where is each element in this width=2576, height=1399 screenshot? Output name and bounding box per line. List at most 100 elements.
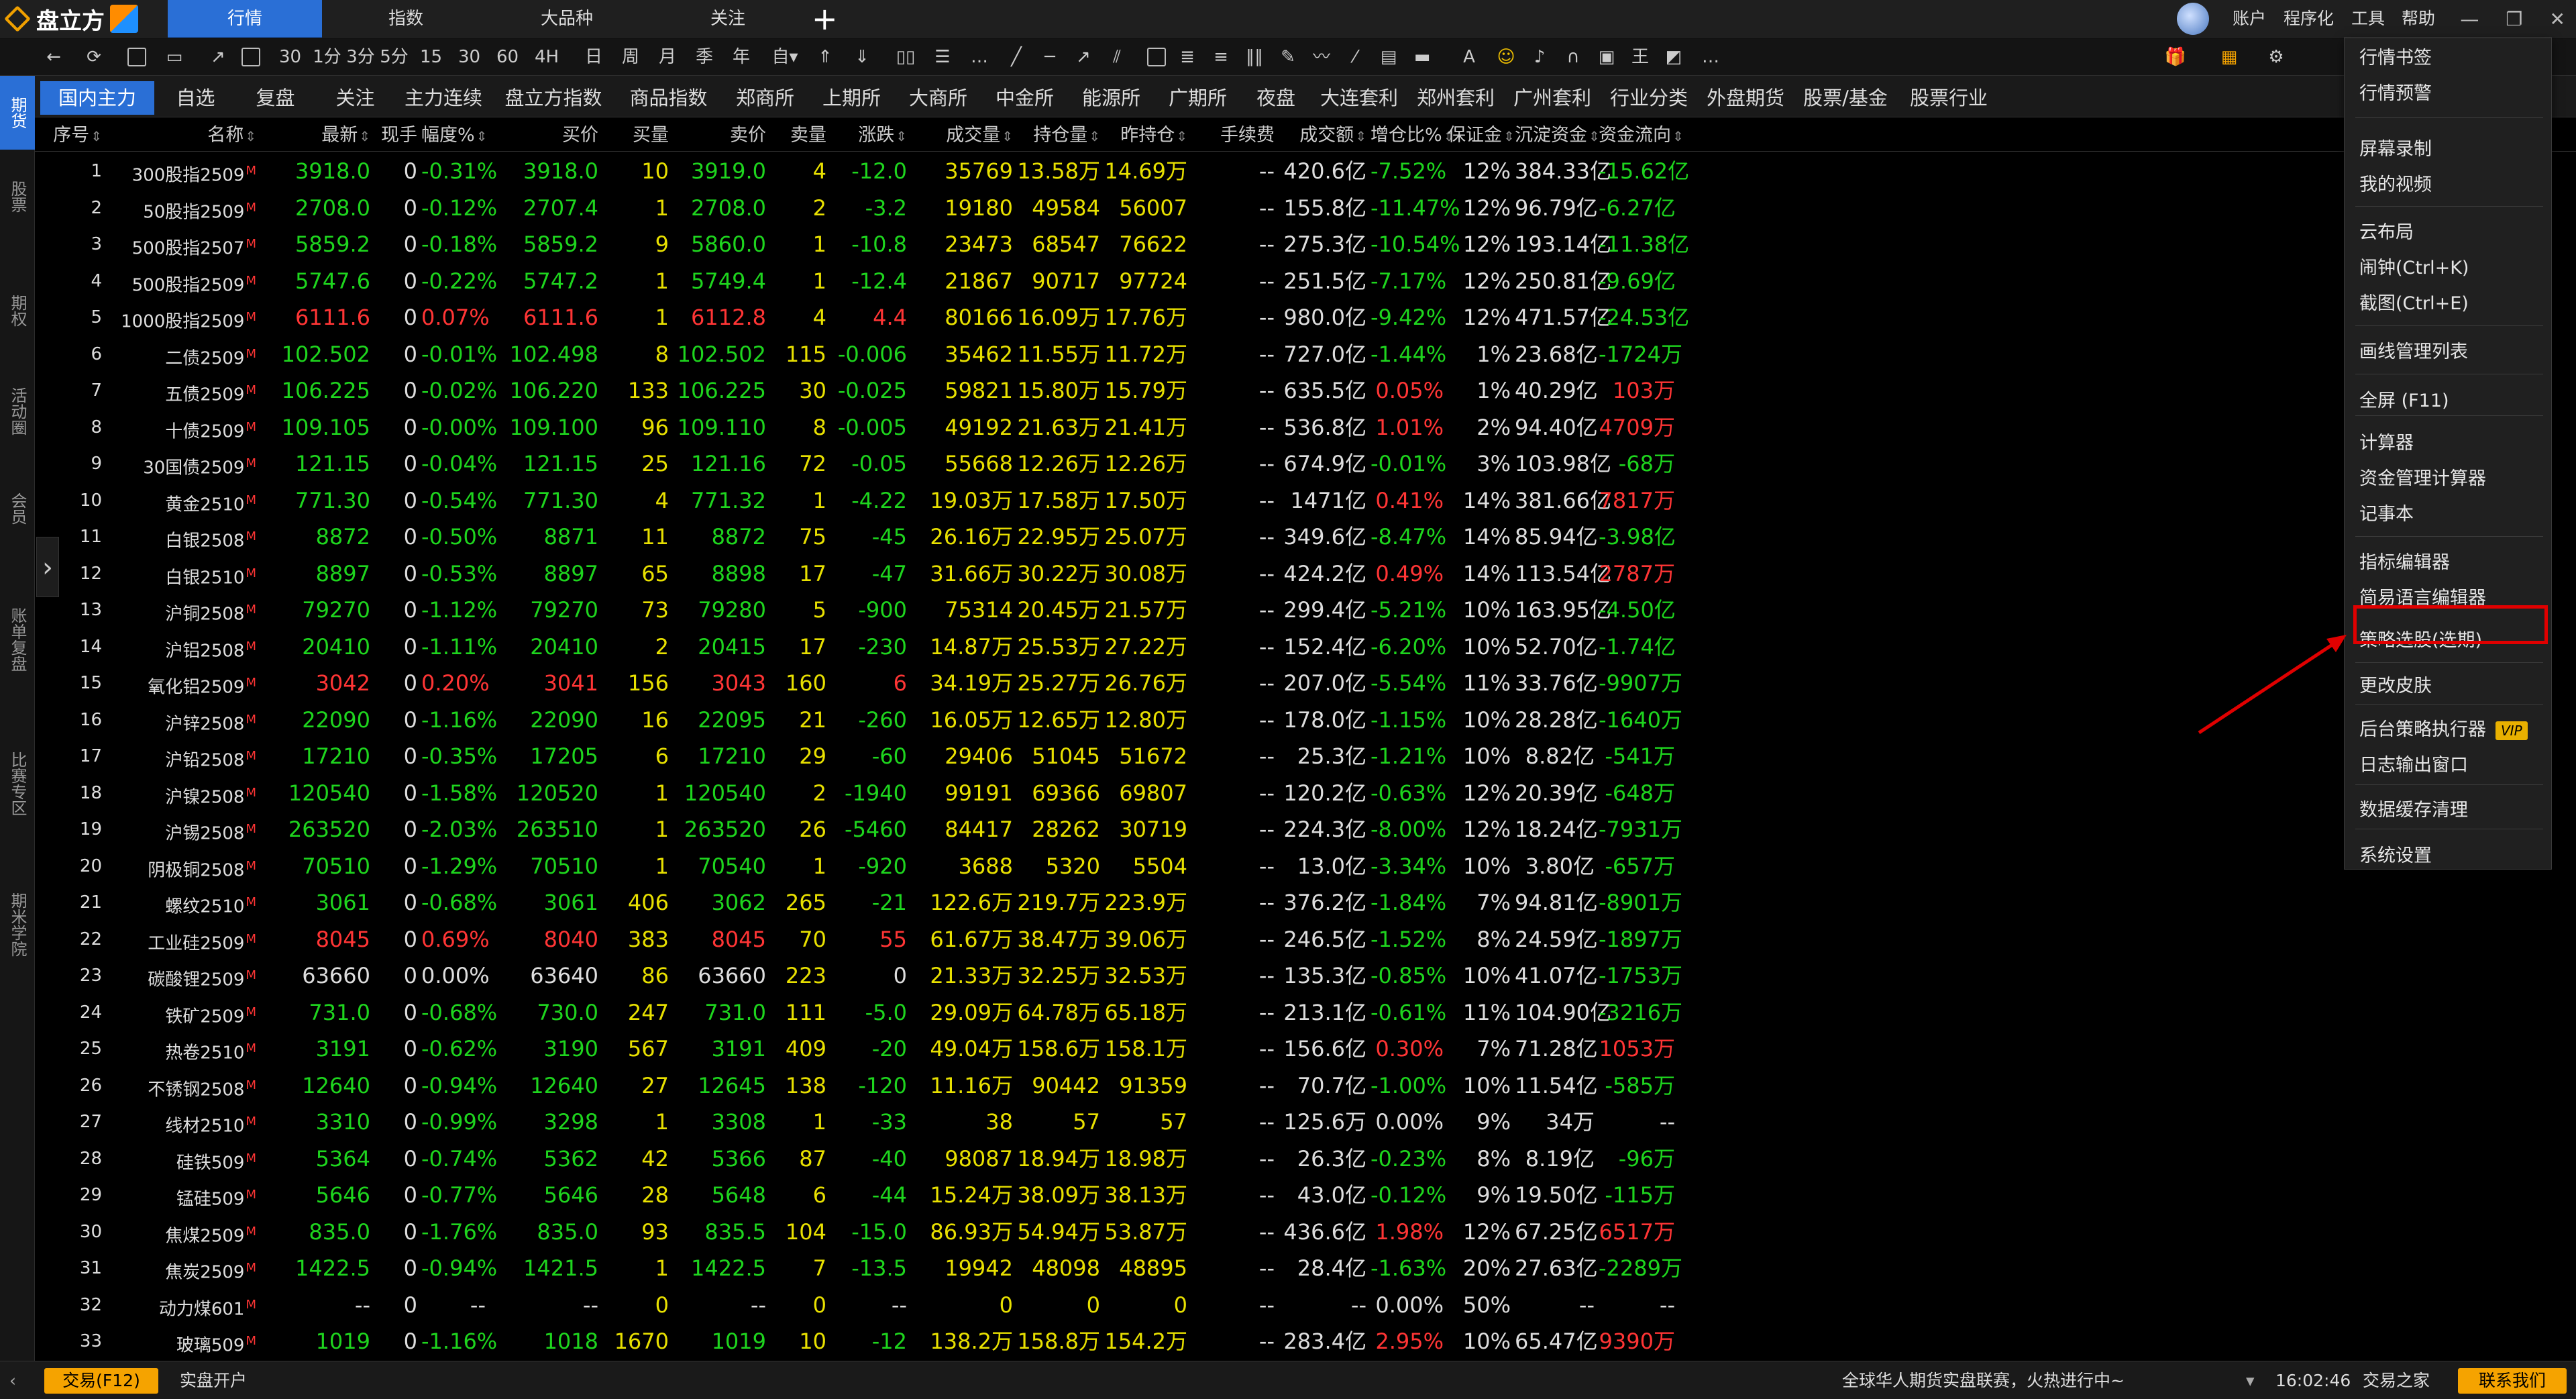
sidebar-item-options[interactable]: 期权 <box>0 277 35 344</box>
table-row[interactable]: 23 碳酸锂2509 M 63660 0 0.00% 63640 86 63660 223 0 21.… <box>35 957 2155 994</box>
sort-icon[interactable]: ⇕ <box>1672 128 1684 144</box>
table-row[interactable]: 1 300股指2509 M 3918.0 0 -0.31% 3918.0 10 3919.0 4-… <box>35 153 2155 189</box>
category-tab-4[interactable]: 主力连续 <box>396 81 490 115</box>
menu-item-2[interactable]: 屏幕录制 <box>2359 132 2432 167</box>
menu-item-9[interactable]: 计算器 <box>2359 426 2414 461</box>
category-tab-14[interactable]: 大连套利 <box>1312 81 1406 115</box>
period-1m[interactable]: 1分 <box>312 38 342 76</box>
column-header-18[interactable]: 资金流向 ⇕ <box>1599 119 1684 152</box>
table-row[interactable]: 29 锰硅509 M 5646 0 -0.77% 5646 28 5648 6 -44 15.24万 3… <box>35 1177 2155 1213</box>
sidebar-item-member[interactable]: 会员 <box>0 472 35 546</box>
period-30s[interactable]: 30秒 <box>272 38 309 105</box>
table-row[interactable]: 25 热卷2510 M 3191 0 -0.62% 3190 567 3191 409 -20 49.… <box>35 1031 2155 1067</box>
column-header-5[interactable]: 买价 <box>490 119 598 152</box>
sort-icon[interactable]: ⇕ <box>245 128 256 144</box>
table-row[interactable]: 21 螺纹2510 M 3061 0 -0.68% 3061 406 3062 265 -21 122… <box>35 884 2155 921</box>
sort-icon[interactable]: ⇕ <box>1002 128 1013 144</box>
cycle-tool-icon[interactable]: ∥∥ <box>1241 38 1268 76</box>
menu-program[interactable]: 程序化 <box>2284 0 2334 38</box>
category-tab-13[interactable]: 夜盘 <box>1242 81 1309 115</box>
column-header-10[interactable]: 成交量 ⇕ <box>911 119 1013 152</box>
save-icon[interactable] <box>127 48 146 66</box>
category-tab-1[interactable]: 自选 <box>157 81 234 115</box>
marquee-text[interactable]: 全球华人期货实盘联赛，火热进行中~ <box>1842 1361 2125 1399</box>
table-row[interactable]: 27 线材2510 M 3310 0 -0.99% 3298 1 3308 1 -33 38 57 57-… <box>35 1104 2155 1140</box>
table-row[interactable]: 4 500股指2509 M 5747.6 0 -0.22% 5747.2 1 5749.4 1 -1… <box>35 263 2155 299</box>
table-row[interactable]: 31 焦炭2509 M 1422.5 0 -0.94% 1421.5 1 1422.5 7 -13.… <box>35 1250 2155 1286</box>
sort-icon[interactable]: ⇕ <box>476 128 488 144</box>
period-year[interactable]: 年 <box>728 38 755 76</box>
table-row[interactable]: 5 1000股指2509 M 6111.6 0 0.07% 6111.6 1 6112.8 4 4.… <box>35 299 2155 335</box>
menu-account[interactable]: 账户 <box>2233 0 2266 38</box>
category-tab-0[interactable]: 国内主力 <box>40 81 154 115</box>
period-custom[interactable]: 自▾ <box>765 38 805 76</box>
category-tab-8[interactable]: 上期所 <box>810 81 894 115</box>
table-row[interactable]: 7 五债2509 M 106.225 0 -0.02% 106.220 133 106.225 3… <box>35 372 2155 409</box>
top-tab-index[interactable]: 指数 <box>329 0 483 38</box>
category-tab-16[interactable]: 广州套利 <box>1505 81 1599 115</box>
line-tool-icon[interactable]: ╱ <box>1003 38 1030 76</box>
menu-item-19[interactable]: 系统设置 <box>2359 839 2432 874</box>
period-5m[interactable]: 5分 <box>379 38 409 76</box>
bell-icon[interactable]: ♪ <box>1526 38 1553 76</box>
table-row[interactable]: 22 工业硅2509 M 8045 0 0.69% 8040 383 8045 70 55 61.67… <box>35 921 2155 957</box>
sort-icon[interactable]: ⇕ <box>1355 128 1366 144</box>
restore-icon[interactable]: ❐ <box>2506 8 2522 30</box>
refresh-icon[interactable]: ⟳ <box>80 38 107 76</box>
top-tab-watch[interactable]: 关注 <box>651 0 805 38</box>
category-tab-9[interactable]: 大商所 <box>896 81 980 115</box>
sidebar-item-review[interactable]: 账单复盘 <box>0 572 35 707</box>
period-15m[interactable]: 15分 <box>413 38 449 105</box>
category-tab-6[interactable]: 商品指数 <box>616 81 720 115</box>
lock-icon[interactable]: ▣ <box>1593 38 1620 76</box>
sort-icon[interactable]: ⇕ <box>359 128 370 144</box>
column-header-14[interactable]: 成交额 ⇕ <box>1279 119 1366 152</box>
sidebar-item-activity[interactable]: 活动圈 <box>0 364 35 458</box>
table-row[interactable]: 30 焦煤2509 M 835.0 0 -1.76% 835.0 93 835.5 104 -15.… <box>35 1214 2155 1250</box>
rect-tool-icon[interactable] <box>1147 48 1166 66</box>
gann-tool-icon[interactable]: ≡ <box>1208 38 1234 76</box>
period-week[interactable]: 周 <box>617 38 644 76</box>
split-icon[interactable]: ▯▯ <box>892 38 919 76</box>
table-row[interactable]: 28 硅铁509 M 5364 0 -0.74% 5362 42 5366 87 -40 98087 1… <box>35 1141 2155 1177</box>
minimize-icon[interactable]: — <box>2460 8 2479 30</box>
table-row[interactable]: 20 阴极铜2508 M 70510 0 -1.29% 70510 1 70540 1 -920 36… <box>35 848 2155 884</box>
add-tab-icon[interactable]: + <box>812 1 838 36</box>
pattern-tool-icon[interactable]: ▤ <box>1375 38 1402 76</box>
menu-item-6[interactable]: 截图(Ctrl+E) <box>2359 287 2469 321</box>
category-tab-2[interactable]: 复盘 <box>237 81 314 115</box>
period-3m[interactable]: 3分 <box>345 38 376 76</box>
screenshot-icon[interactable]: ◩ <box>1660 38 1687 76</box>
table-row[interactable]: 15 氧化铝2509 M 3042 0 0.20% 3041 156 3043 160 6 34.19… <box>35 665 2155 701</box>
period-day[interactable]: 日 <box>580 38 607 76</box>
column-header-9[interactable]: 涨跌 ⇕ <box>830 119 907 152</box>
column-header-7[interactable]: 卖价 <box>673 119 766 152</box>
menu-item-5[interactable]: 闹钟(Ctrl+K) <box>2359 251 2469 286</box>
zoom-up-icon[interactable]: ⇑ <box>812 38 839 76</box>
sidebar-item-futures[interactable]: 期货 <box>0 76 35 150</box>
folder-icon[interactable]: ▭ <box>161 38 188 76</box>
table-row[interactable]: 24 铁矿2509 M 731.0 0 -0.68% 730.0 247 731.0 111 -5.… <box>35 994 2155 1031</box>
sort-icon[interactable]: ⇕ <box>91 128 102 144</box>
category-tab-19[interactable]: 股票/基金 <box>1795 81 1896 115</box>
period-quarter[interactable]: 季 <box>691 38 718 76</box>
close-icon[interactable]: ✕ <box>2550 8 2565 30</box>
fib-tool-icon[interactable]: ≣ <box>1174 38 1201 76</box>
table-row[interactable]: 16 沪锌2508 M 22090 0 -1.16% 22090 16 22095 21 -260 1… <box>35 702 2155 738</box>
table-row[interactable]: 8 十债2509 M 109.105 0 -0.00% 109.100 96 109.110 8-… <box>35 409 2155 446</box>
period-30m[interactable]: 30分 <box>451 38 488 105</box>
menu-item-7[interactable]: 画线管理列表 <box>2359 335 2468 370</box>
period-60m[interactable]: 60分 <box>489 38 526 105</box>
sidebar-item-academy[interactable]: 期米学院 <box>0 861 35 988</box>
menu-item-11[interactable]: 记事本 <box>2359 497 2414 532</box>
column-header-11[interactable]: 持仓量 ⇕ <box>1017 119 1100 152</box>
table-row[interactable]: 3 500股指2507 M 5859.2 0 -0.18% 5859.2 9 5860.0 1 -1… <box>35 226 2155 262</box>
category-tab-18[interactable]: 外盘期货 <box>1699 81 1792 115</box>
sort-icon[interactable]: ⇕ <box>896 128 907 144</box>
column-header-13[interactable]: 手续费 <box>1191 119 1275 152</box>
table-row[interactable]: 14 沪铝2508 M 20410 0 -1.11% 20410 2 20415 17 -230 14… <box>35 629 2155 665</box>
category-tab-11[interactable]: 能源所 <box>1069 81 1153 115</box>
trader-home-link[interactable]: 交易之家 <box>2363 1361 2430 1399</box>
menu-item-4[interactable]: 云布局 <box>2359 215 2414 250</box>
table-row[interactable]: 6 二债2509 M 102.502 0 -0.01% 102.498 8 102.502 115… <box>35 336 2155 372</box>
